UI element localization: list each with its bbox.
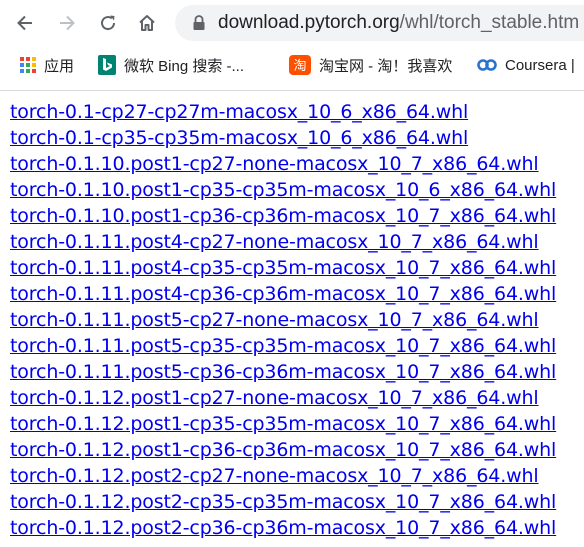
back-button[interactable] [10, 8, 40, 38]
bookmark-label: 微软 Bing 搜索 -... [124, 57, 245, 75]
taobao-icon: 淘 [289, 55, 311, 75]
bookmark-coursera[interactable]: Coursera | [477, 55, 575, 75]
whl-link[interactable]: torch-0.1.12.post2-cp35-cp35m-macosx_10_… [10, 489, 584, 515]
whl-link[interactable]: torch-0.1.12.post1-cp36-cp36m-macosx_10_… [10, 437, 584, 463]
url-path: /whl/torch_stable.htm [399, 12, 580, 33]
bookmark-taobao[interactable]: 淘 淘宝网 - 淘！我喜欢 [289, 55, 452, 75]
whl-link[interactable]: torch-0.1.12.post1-cp35-cp35m-macosx_10_… [10, 411, 584, 437]
browser-chrome: download.pytorch.org/whl/torch_stable.ht… [0, 0, 584, 91]
url-host: download.pytorch.org [218, 12, 400, 33]
apps-grid-icon [20, 57, 36, 73]
whl-link[interactable]: torch-0.1.11.post4-cp27-none-macosx_10_7… [10, 229, 584, 255]
lock-icon [193, 15, 205, 30]
arrow-right-icon [60, 15, 75, 31]
whl-link[interactable]: torch-0.1.12.post2-cp27-none-macosx_10_7… [10, 463, 584, 489]
bookmark-apps[interactable]: 应用 [20, 55, 74, 75]
reload-icon [101, 15, 116, 31]
svg-text:淘: 淘 [293, 59, 306, 74]
wheel-link-list: torch-0.1-cp27-cp27m-macosx_10_6_x86_64.… [10, 99, 584, 541]
whl-link[interactable]: torch-0.1.11.post5-cp27-none-macosx_10_7… [10, 307, 584, 333]
reload-button[interactable] [93, 8, 123, 38]
whl-link[interactable]: torch-0.1.12.post2-cp36-cp36m-macosx_10_… [10, 515, 584, 541]
whl-link[interactable]: torch-0.1.12.post1-cp27-none-macosx_10_7… [10, 385, 584, 411]
address-bar[interactable]: download.pytorch.org/whl/torch_stable.ht… [175, 5, 584, 41]
bookmark-label: 淘宝网 - 淘！我喜欢 [319, 57, 453, 75]
forward-button[interactable] [52, 8, 82, 38]
coursera-icon [477, 59, 497, 71]
browser-toolbar: download.pytorch.org/whl/torch_stable.ht… [0, 0, 584, 46]
whl-link[interactable]: torch-0.1.11.post5-cp35-cp35m-macosx_10_… [10, 333, 584, 359]
home-button[interactable] [132, 8, 162, 38]
bookmark-label: 应用 [44, 57, 75, 75]
url-text: download.pytorch.org/whl/torch_stable.ht… [218, 12, 579, 34]
bookmark-label: Coursera | [505, 56, 575, 74]
arrow-left-icon [17, 15, 32, 31]
whl-link[interactable]: torch-0.1-cp35-cp35m-macosx_10_6_x86_64.… [10, 125, 584, 151]
home-icon [139, 15, 155, 31]
whl-link[interactable]: torch-0.1-cp27-cp27m-macosx_10_6_x86_64.… [10, 99, 584, 125]
bookmarks-bar: 应用 微软 Bing 搜索 -... 淘 淘宝网 - 淘！我喜欢 Courser… [0, 46, 584, 84]
whl-link[interactable]: torch-0.1.11.post4-cp35-cp35m-macosx_10_… [10, 255, 584, 281]
whl-link[interactable]: torch-0.1.10.post1-cp36-cp36m-macosx_10_… [10, 203, 584, 229]
whl-link[interactable]: torch-0.1.11.post4-cp36-cp36m-macosx_10_… [10, 281, 584, 307]
bing-icon [98, 55, 116, 75]
whl-link[interactable]: torch-0.1.11.post5-cp36-cp36m-macosx_10_… [10, 359, 584, 385]
whl-link[interactable]: torch-0.1.10.post1-cp35-cp35m-macosx_10_… [10, 177, 584, 203]
bookmark-bing[interactable]: 微软 Bing 搜索 -... [98, 55, 244, 75]
whl-link[interactable]: torch-0.1.10.post1-cp27-none-macosx_10_7… [10, 151, 584, 177]
